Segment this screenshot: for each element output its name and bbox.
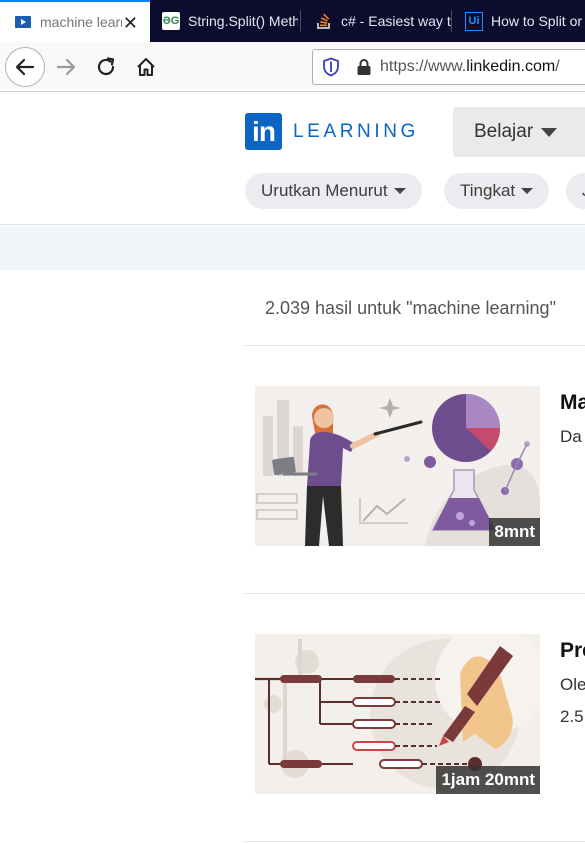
results-count: 2.039 hasil untuk "machine learning" — [265, 298, 556, 318]
home-button[interactable] — [128, 49, 164, 85]
caret-down-icon — [541, 127, 558, 137]
divider — [245, 841, 585, 842]
arrow-right-icon — [56, 58, 76, 76]
stackoverflow-icon — [315, 12, 333, 30]
tab-title: machine learning — [40, 14, 122, 30]
course-thumbnail[interactable]: 8mnt — [255, 386, 540, 546]
back-button[interactable] — [5, 47, 45, 87]
course-title[interactable]: Ma — [560, 391, 585, 415]
type-filter[interactable]: J — [566, 173, 585, 209]
reload-icon — [97, 57, 115, 76]
divider — [245, 593, 585, 594]
close-tab-icon[interactable]: ✕ — [123, 13, 138, 34]
lock-icon[interactable] — [356, 58, 372, 76]
learning-header: in LEARNING Belajar Urutkan Menurut Ting… — [0, 93, 585, 225]
course-title[interactable]: Pre — [560, 639, 585, 663]
course-viewers: 2.5 — [560, 707, 584, 726]
tab-title: String.Split() Method in C# — [188, 13, 298, 29]
filter-label: Urutkan Menurut — [261, 181, 388, 200]
course-thumbnail[interactable]: 1jam 20mnt — [255, 634, 540, 794]
learn-menu-label: Belajar — [474, 121, 534, 142]
caret-down-icon — [393, 188, 406, 194]
course-subtitle: Da — [560, 427, 582, 446]
sort-by-filter[interactable]: Urutkan Menurut — [245, 173, 422, 209]
reload-button[interactable] — [88, 49, 124, 85]
tab-title: c# - Easiest way to split — [341, 13, 451, 29]
tab-string-split[interactable]: ƏG String.Split() Method in C# — [150, 0, 298, 42]
url-text: https://www.linkedin.com/ — [380, 58, 560, 75]
forward-button[interactable] — [48, 49, 84, 85]
filter-label: Tingkat — [460, 181, 516, 200]
divider — [245, 345, 585, 346]
level-filter[interactable]: Tingkat — [444, 173, 550, 209]
tab-title: How to Split or — [491, 13, 583, 29]
uipath-icon: Ui — [465, 11, 483, 31]
tab-machine-learning[interactable]: machine learning ✕ — [0, 0, 150, 42]
address-bar[interactable]: https://www.linkedin.com/ — [312, 49, 585, 85]
duration-badge: 8mnt — [489, 518, 540, 546]
linkedin-logo[interactable]: in — [245, 113, 282, 150]
learn-menu-button[interactable]: Belajar — [453, 107, 585, 157]
duration-badge: 1jam 20mnt — [436, 766, 540, 794]
arrow-left-icon — [15, 58, 35, 76]
navigation-bar: https://www.linkedin.com/ — [0, 42, 585, 92]
tab-strip: machine learning ✕ ƏG String.Split() Met… — [0, 0, 585, 42]
subheader-band — [0, 226, 585, 270]
home-icon — [137, 58, 155, 76]
tab-how-to-split[interactable]: Ui How to Split or — [452, 0, 585, 42]
caret-down-icon — [521, 188, 534, 194]
tracking-protection-icon[interactable] — [322, 57, 340, 77]
course-author: Ole — [560, 675, 585, 694]
geeksforgeeks-icon: ƏG — [162, 12, 180, 30]
tab-easiest-way[interactable]: c# - Easiest way to split — [301, 0, 451, 42]
learning-wordmark[interactable]: LEARNING — [293, 121, 419, 143]
play-icon — [14, 13, 32, 31]
